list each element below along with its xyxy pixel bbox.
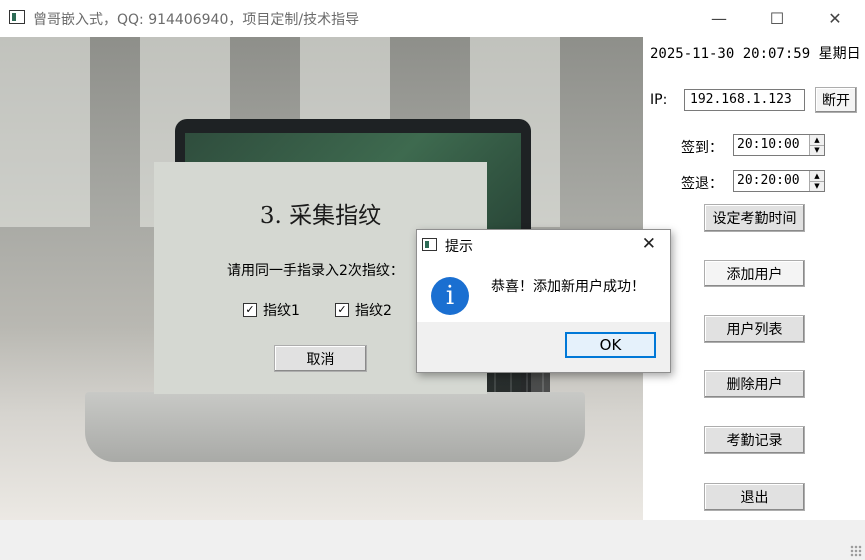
- ok-button[interactable]: OK: [565, 332, 656, 358]
- app-window-icon: [9, 10, 25, 24]
- laptop-base: [85, 392, 585, 462]
- delete-user-button[interactable]: 删除用户: [704, 370, 805, 398]
- checkin-label: 签到：: [681, 140, 723, 156]
- user-list-button[interactable]: 用户列表: [704, 315, 805, 343]
- check-icon: ✓: [243, 303, 257, 317]
- fingerprint1-label: 指纹1: [263, 303, 300, 319]
- checkout-time-value: 20:20:00: [737, 173, 800, 188]
- set-attendance-time-button[interactable]: 设定考勤时间: [704, 204, 805, 232]
- fingerprint2-checkbox[interactable]: ✓ 指纹2: [335, 300, 392, 320]
- title-bar: 曾哥嵌入式，QQ: 914406940，项目定制/技术指导 — ☐ ✕: [0, 0, 865, 37]
- fingerprint-dialog-title: 3. 采集指纹: [259, 203, 382, 229]
- minimize-button[interactable]: —: [690, 0, 748, 37]
- fingerprint-prompt: 请用同一手指录入2次指纹：: [227, 263, 404, 279]
- disconnect-button[interactable]: 断开: [815, 87, 857, 113]
- checkout-spin-arrows: ▲ ▼: [809, 171, 824, 191]
- cancel-button[interactable]: 取消: [274, 345, 367, 372]
- checkin-spin-arrows: ▲ ▼: [809, 135, 824, 155]
- fingerprint2-label: 指纹2: [355, 303, 392, 319]
- maximize-button[interactable]: ☐: [748, 0, 806, 37]
- datetime-display: 2025-11-30 20:07:59 星期日: [650, 46, 861, 62]
- app-window-icon: [422, 238, 437, 251]
- spin-down-icon[interactable]: ▼: [810, 181, 824, 191]
- fingerprint1-checkbox[interactable]: ✓ 指纹1: [243, 300, 300, 320]
- message-text: 恭喜！添加新用户成功！: [491, 279, 645, 295]
- info-icon: i: [431, 277, 469, 315]
- message-box: 提示 ✕ i 恭喜！添加新用户成功！ OK: [416, 229, 671, 373]
- checkin-time-spinbox[interactable]: 20:10:00 ▲ ▼: [733, 134, 825, 156]
- add-user-button[interactable]: 添加用户: [704, 260, 805, 287]
- ip-input[interactable]: 192.168.1.123: [684, 89, 805, 111]
- message-box-footer: OK: [417, 322, 670, 372]
- resize-grip-icon[interactable]: [850, 545, 862, 557]
- control-panel: 2025-11-30 20:07:59 星期日 IP: 192.168.1.12…: [643, 37, 865, 520]
- close-button[interactable]: ✕: [806, 0, 864, 37]
- spin-down-icon[interactable]: ▼: [810, 145, 824, 155]
- checkout-time-spinbox[interactable]: 20:20:00 ▲ ▼: [733, 170, 825, 192]
- status-bar: [0, 520, 865, 560]
- checkout-label: 签退：: [681, 176, 723, 192]
- message-box-title: 提示: [445, 239, 473, 255]
- checkin-time-value: 20:10:00: [737, 137, 800, 152]
- window-title: 曾哥嵌入式，QQ: 914406940，项目定制/技术指导: [33, 12, 360, 28]
- ip-label: IP:: [650, 92, 668, 108]
- close-icon[interactable]: ✕: [642, 234, 656, 254]
- check-icon: ✓: [335, 303, 349, 317]
- exit-button[interactable]: 退出: [704, 483, 805, 511]
- window-pane: [0, 37, 90, 227]
- attendance-log-button[interactable]: 考勤记录: [704, 426, 805, 454]
